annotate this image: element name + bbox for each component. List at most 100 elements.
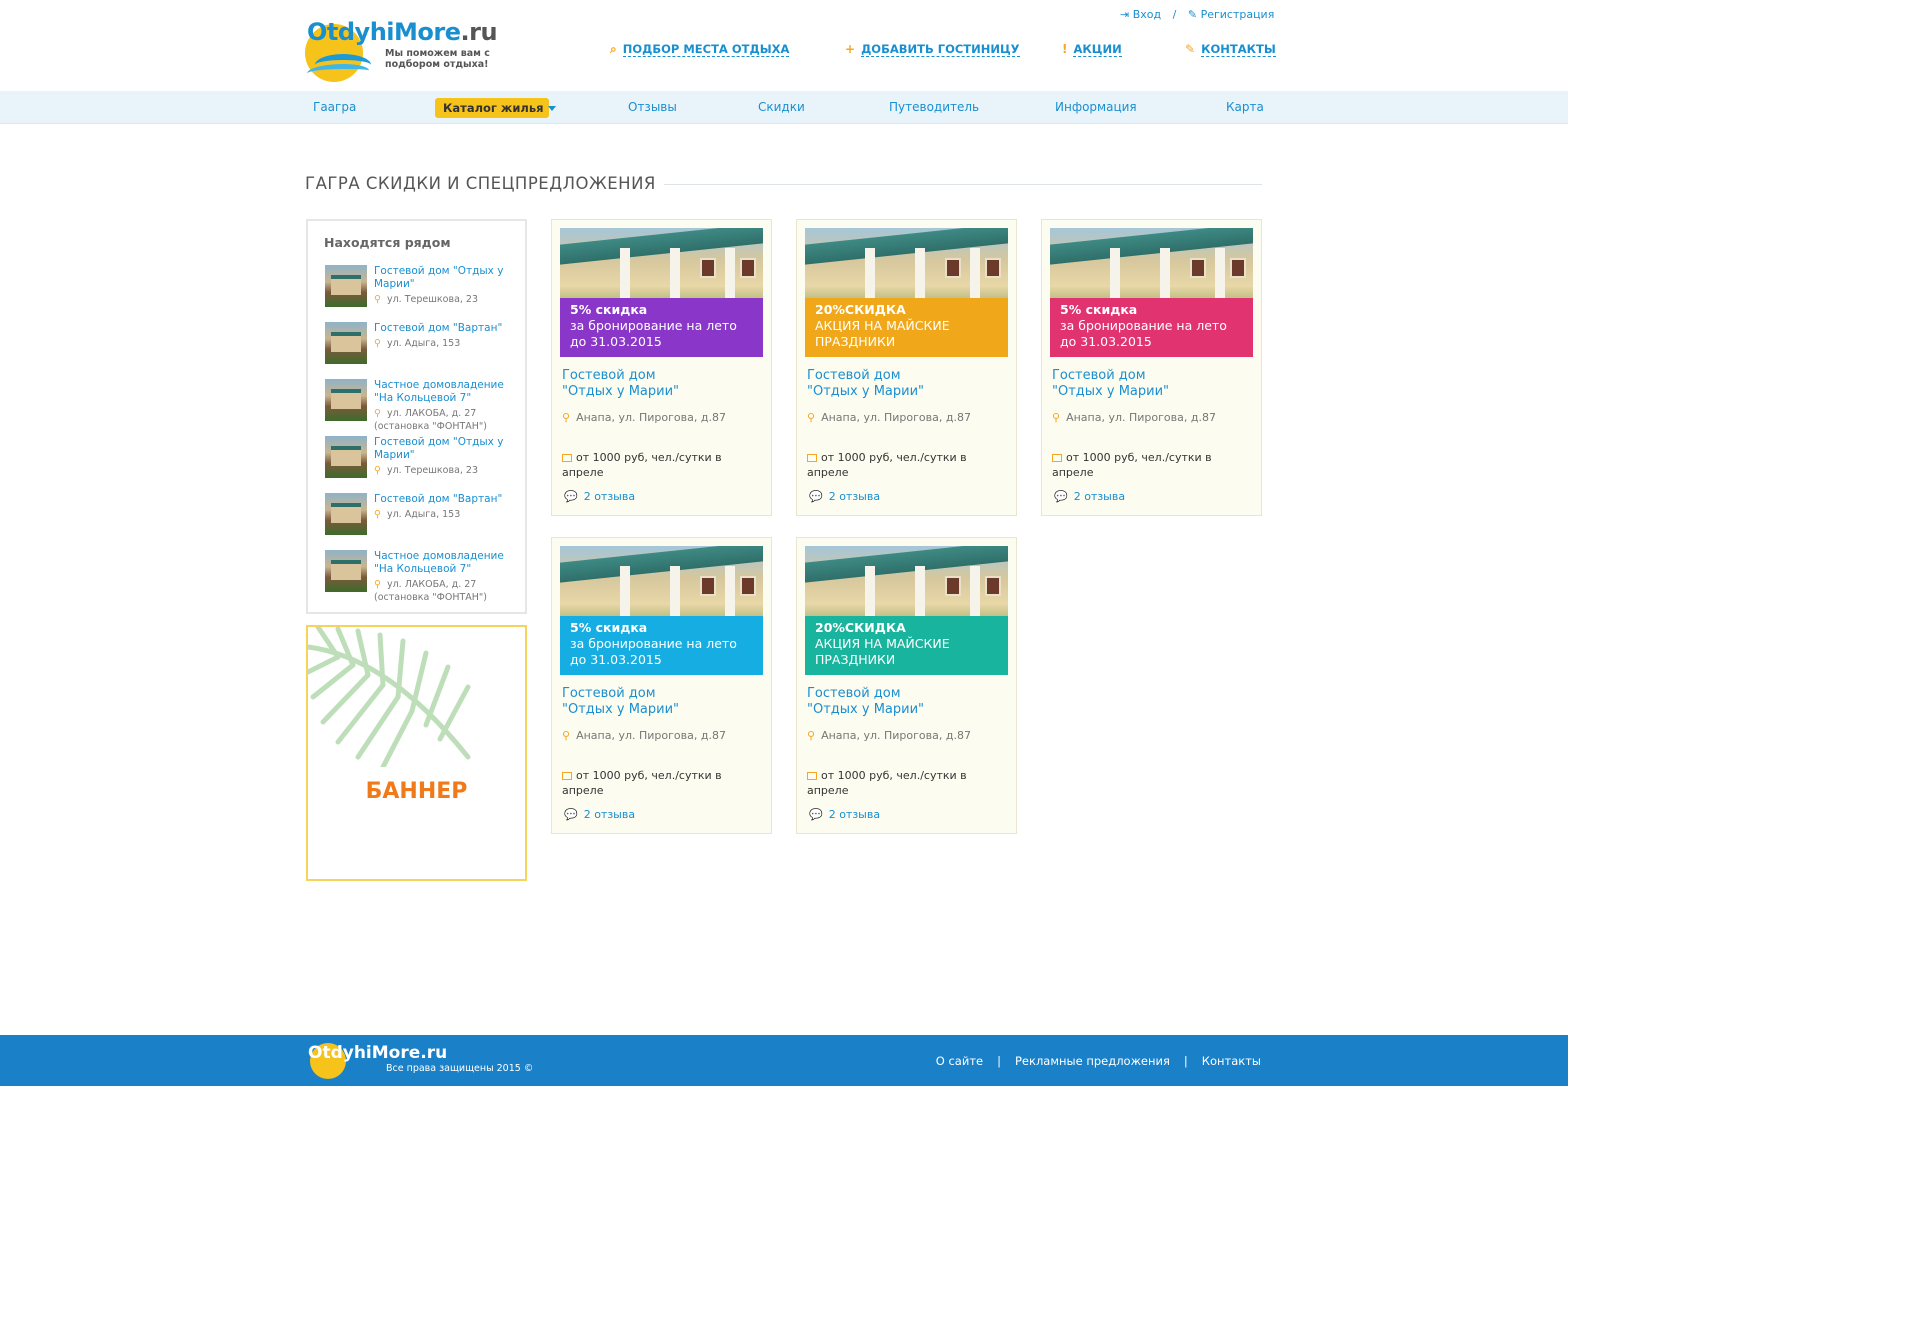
nearby-item-name[interactable]: Гостевой дом "Отдых у Марии" [374,436,514,462]
offer-photo[interactable]: 20%СКИДКА АКЦИЯ НА МАЙСКИЕ ПРАЗДНИКИ [805,228,1008,357]
nearby-item-address: ⚲ ул. ЛАКОБА, д. 27 (остановка "ФОНТАН") [374,407,514,433]
offer-address-text: Анапа, ул. Пирогова, д.87 [1066,411,1216,424]
offer-card[interactable]: 5% скидка за бронирование на лето до 31.… [1041,219,1262,516]
topnav-promotions[interactable]: ! АКЦИИ [1062,40,1122,58]
menu-item-catalog[interactable]: Каталог жилья [435,98,556,118]
page-title: ГАГРА СКИДКИ И СПЕЦПРЕДЛОЖЕНИЯ [305,174,656,193]
offer-card[interactable]: 20%СКИДКА АКЦИЯ НА МАЙСКИЕ ПРАЗДНИКИ Гос… [796,537,1017,834]
topnav-contacts-label: КОНТАКТЫ [1201,41,1276,57]
offer-name[interactable]: Гостевой дом "Отдых у Марии" [562,686,762,718]
site-logo[interactable]: OtdyhiMore.ru Мы поможем вам с подбором … [305,16,498,82]
nearby-panel: Находятся рядом Гостевой дом "Отдых у Ма… [306,219,527,614]
thumbnail[interactable] [325,493,367,535]
footer-link-about[interactable]: О сайте [936,1054,983,1068]
offer-name-line2: "Отдых у Марии" [562,384,679,399]
thumbnail[interactable] [325,265,367,307]
photo-window [985,576,1001,596]
offer-photo[interactable]: 5% скидка за бронирование на лето до 31.… [560,546,763,675]
promo-label: 5% скидка за бронирование на лето до 31.… [560,298,763,357]
offer-photo[interactable]: 5% скидка за бронирование на лето до 31.… [1050,228,1253,357]
offer-reviews-link[interactable]: 💬 2 отзыва [564,490,635,503]
menu-item-guide[interactable]: Путеводитель [889,100,979,114]
nearby-item-name[interactable]: Частное домовладение "На Кольцевой 7" [374,550,514,576]
offer-name-line1: Гостевой дом [807,368,901,383]
nearby-item-name[interactable]: Частное домовладение "На Кольцевой 7" [374,379,514,405]
photo-window [700,258,716,278]
footer-link-contacts[interactable]: Контакты [1202,1054,1261,1068]
offer-address: ⚲ Анапа, ул. Пирогова, д.87 [807,410,997,425]
offer-name-line1: Гостевой дом [562,368,656,383]
list-item[interactable]: Частное домовладение "На Кольцевой 7" ⚲ у… [325,379,515,432]
menu-item-gagra[interactable]: Гаагра [313,100,356,114]
nearby-item-address-text: ул. ЛАКОБА, д. 27 (остановка "ФОНТАН") [374,579,487,603]
offer-name-line2: "Отдых у Марии" [562,702,679,717]
offer-card[interactable]: 5% скидка за бронирование на лето до 31.… [551,219,772,516]
ad-banner[interactable]: БАННЕР [306,625,527,881]
banner-label: БАННЕР [365,779,468,804]
offer-reviews-text: 2 отзыва [828,808,881,821]
register-icon: ✎ [1187,8,1198,21]
nearby-item-address-text: ул. Терешкова, 23 [386,294,479,305]
thumbnail[interactable] [325,379,367,421]
nearby-item-name[interactable]: Гостевой дом "Вартан" [374,322,514,335]
offer-reviews-link[interactable]: 💬 2 отзыва [564,808,635,821]
offer-card[interactable]: 20%СКИДКА АКЦИЯ НА МАЙСКИЕ ПРАЗДНИКИ Гос… [796,219,1017,516]
auth-links: ⇥ Вход / ✎ Регистрация [1120,8,1274,21]
map-pin-icon: ⚲ [374,465,381,476]
offer-reviews-link[interactable]: 💬 2 отзыва [809,808,880,821]
photo-column [970,566,980,621]
footer-separator: | [997,1054,1001,1068]
footer-link-advertising[interactable]: Рекламные предложения [1015,1054,1170,1068]
photo-window [740,576,756,596]
map-pin-icon: ⚲ [374,579,381,590]
photo-window [985,258,1001,278]
menu-item-reviews[interactable]: Отзывы [628,100,677,114]
offer-price-text: от 1000 руб, чел./сутки в апреле [1052,451,1212,479]
list-item[interactable]: Частное домовладение "На Кольцевой 7" ⚲ у… [325,550,515,603]
menu-item-map[interactable]: Карта [1226,100,1264,114]
offer-reviews-link[interactable]: 💬 2 отзыва [1054,490,1125,503]
nearby-item-name[interactable]: Гостевой дом "Отдых у Марии" [374,265,514,291]
offer-card[interactable]: 5% скидка за бронирование на лето до 31.… [551,537,772,834]
comments-icon: 💬 [564,490,578,503]
list-item[interactable]: Гостевой дом "Вартан" ⚲ ул. Адыга, 153 [325,493,515,537]
offer-name[interactable]: Гостевой дом "Отдых у Марии" [1052,368,1252,400]
logo-title-suffix: .ru [460,18,498,46]
list-item[interactable]: Гостевой дом "Отдых у Марии" ⚲ ул. Терешк… [325,265,515,309]
menu-item-info[interactable]: Информация [1055,100,1137,114]
offer-name[interactable]: Гостевой дом "Отдых у Марии" [807,686,1007,718]
thumbnail[interactable] [325,322,367,364]
list-item[interactable]: Гостевой дом "Вартан" ⚲ ул. Адыга, 153 [325,322,515,366]
topnav-find-place[interactable]: ⌕ ПОДБОР МЕСТА ОТДЫХА [610,40,790,58]
nearby-item-name[interactable]: Гостевой дом "Вартан" [374,493,514,506]
thumbnail[interactable] [325,550,367,592]
footer-separator: | [1183,1054,1188,1068]
offer-price-text: от 1000 руб, чел./сутки в апреле [562,451,722,479]
offer-photo[interactable]: 20%СКИДКА АКЦИЯ НА МАЙСКИЕ ПРАЗДНИКИ [805,546,1008,675]
offer-address: ⚲ Анапа, ул. Пирогова, д.87 [562,410,752,425]
offer-photo[interactable]: 5% скидка за бронирование на лето до 31.… [560,228,763,357]
thumbnail[interactable] [325,436,367,478]
login-link[interactable]: Вход [1133,8,1161,21]
register-link[interactable]: Регистрация [1201,8,1275,21]
offer-name[interactable]: Гостевой дом "Отдых у Марии" [562,368,762,400]
topnav-contacts[interactable]: ✎ КОНТАКТЫ [1185,40,1276,58]
photo-column [620,566,630,621]
menu-item-discounts[interactable]: Скидки [758,100,805,114]
footer-logo[interactable]: OtdyhiMore.ru [308,1043,447,1063]
list-item[interactable]: Гостевой дом "Отдых у Марии" ⚲ ул. Терешк… [325,436,515,480]
promo-body: за бронирование на лето до 31.03.2015 [570,318,737,349]
logo-title: OtdyhiMore.ru [307,18,498,46]
offer-price-text: от 1000 руб, чел./сутки в апреле [807,451,967,479]
offer-reviews-link[interactable]: 💬 2 отзыва [809,490,880,503]
offer-name[interactable]: Гостевой дом "Отдых у Марии" [807,368,1007,400]
site-footer: OtdyhiMore.ru Все права защищены 2015 © … [0,1035,1568,1086]
map-pin-icon: ⚲ [374,338,381,349]
offer-price: от 1000 руб, чел./сутки в апреле [807,450,1007,480]
promo-label: 20%СКИДКА АКЦИЯ НА МАЙСКИЕ ПРАЗДНИКИ [805,616,1008,675]
promo-label: 5% скидка за бронирование на лето до 31.… [560,616,763,675]
money-icon [562,772,572,780]
menu-item-catalog-label: Каталог жилья [443,101,544,115]
topnav-add-hotel[interactable]: + ДОБАВИТЬ ГОСТИНИЦУ [845,40,1020,58]
money-icon [807,454,817,462]
